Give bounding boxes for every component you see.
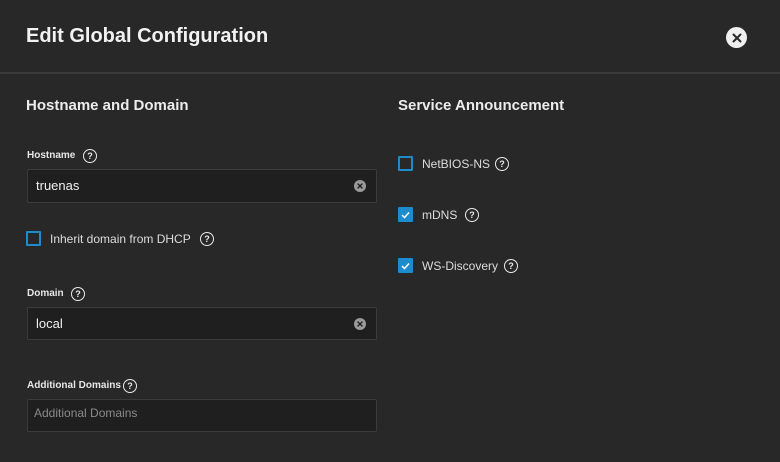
netbios-ns-label: NetBIOS-NS: [422, 157, 491, 171]
netbios-ns-help-icon[interactable]: ?: [495, 157, 509, 171]
dialog-header: Edit Global Configuration: [0, 0, 780, 74]
domain-input[interactable]: local: [27, 307, 377, 340]
additional-domains-placeholder: Additional Domains: [34, 406, 138, 420]
hostname-input-value: truenas: [36, 178, 80, 193]
mdns-checkbox[interactable]: [398, 207, 413, 222]
clear-domain-icon[interactable]: [354, 318, 366, 330]
service-section-title: Service Announcement: [398, 97, 565, 114]
domain-help-icon[interactable]: ?: [71, 287, 85, 301]
mdns-label: mDNS: [422, 208, 458, 222]
mdns-help-icon[interactable]: ?: [465, 208, 479, 222]
domain-input-value: local: [36, 316, 63, 331]
inherit-dhcp-label: Inherit domain from DHCP: [50, 232, 191, 246]
ws-discovery-checkbox[interactable]: [398, 258, 413, 273]
additional-domains-label: Additional Domains: [27, 380, 121, 391]
clear-hostname-icon[interactable]: [354, 180, 366, 192]
domain-label: Domain: [27, 288, 64, 299]
checkmark-icon: [401, 211, 410, 219]
inherit-dhcp-checkbox[interactable]: [26, 231, 41, 246]
inherit-dhcp-help-icon[interactable]: ?: [200, 232, 214, 246]
hostname-section-title: Hostname and Domain: [26, 97, 189, 114]
hostname-label: Hostname: [27, 150, 76, 161]
close-icon: [732, 33, 741, 42]
ws-discovery-help-icon[interactable]: ?: [504, 259, 518, 273]
netbios-ns-checkbox[interactable]: [398, 156, 413, 171]
additional-domains-input[interactable]: Additional Domains: [27, 399, 377, 432]
close-button[interactable]: [726, 27, 747, 48]
hostname-input[interactable]: truenas: [27, 169, 377, 203]
checkmark-icon: [401, 262, 410, 270]
additional-domains-help-icon[interactable]: ?: [123, 379, 137, 393]
dialog-title: Edit Global Configuration: [26, 25, 269, 47]
hostname-help-icon[interactable]: ?: [83, 149, 97, 163]
ws-discovery-label: WS-Discovery: [422, 259, 499, 273]
